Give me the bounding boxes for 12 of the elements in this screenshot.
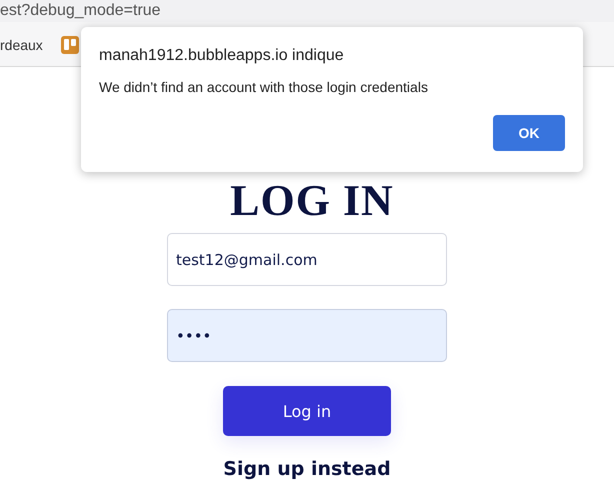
login-button[interactable]: Log in — [223, 386, 391, 436]
password-field[interactable]: •••• — [167, 309, 447, 362]
bookmark-item[interactable]: rdeaux — [0, 37, 43, 53]
dialog-title: manah1912.bubbleapps.io indique — [99, 47, 345, 65]
board-icon[interactable] — [60, 36, 79, 54]
page-heading: LOG IN — [230, 177, 394, 225]
email-field[interactable]: test12@gmail.com — [167, 233, 447, 286]
ok-button[interactable]: OK — [493, 115, 565, 151]
signup-link[interactable]: Sign up instead — [223, 458, 391, 480]
address-bar[interactable]: est?debug_mode=true — [0, 0, 614, 22]
url-text: est?debug_mode=true — [0, 2, 161, 20]
dialog-message: We didn’t find an account with those login credentials — [99, 79, 429, 95]
